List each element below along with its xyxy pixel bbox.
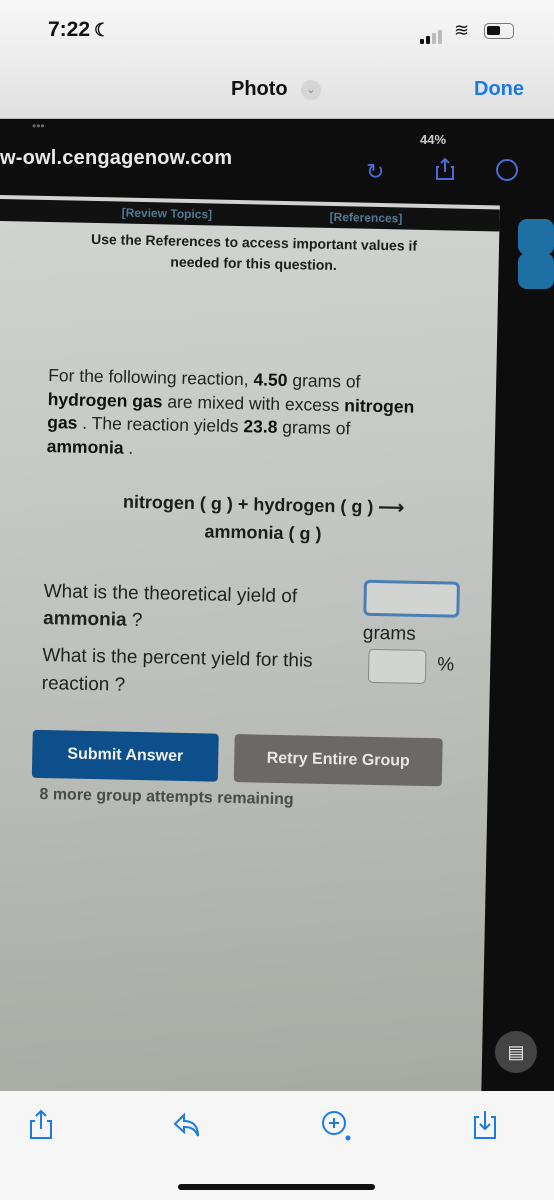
- theoretical-yield-input: [363, 579, 461, 618]
- photo-title[interactable]: Photo: [231, 78, 288, 101]
- chevron-down-icon[interactable]: ⌄: [301, 80, 321, 100]
- ipad-battery-status: 44%: [420, 132, 447, 147]
- done-button[interactable]: Done: [474, 78, 524, 101]
- question-text: For the following reaction, 4.50 grams o…: [46, 365, 415, 458]
- reload-icon: ↻: [366, 159, 385, 184]
- topic-bar: [Review Topics] [References]: [0, 198, 500, 232]
- signal-icon: [420, 26, 444, 44]
- bottom-toolbar: [0, 1091, 554, 1200]
- theoretical-yield-question: What is the theoretical yield of ammonia…: [42, 581, 298, 632]
- share-icon: [436, 157, 454, 180]
- submit-answer-button: Submit Answer: [31, 729, 219, 782]
- home-indicator: [178, 1184, 375, 1190]
- share-icon[interactable]: [26, 1109, 56, 1141]
- help-icon: [518, 253, 554, 289]
- references-link: [References]: [329, 209, 403, 226]
- percent-yield-question: What is the percent yield for this react…: [41, 644, 313, 696]
- grams-unit: grams: [362, 622, 416, 645]
- instruction-text: Use the References to access important v…: [90, 230, 418, 274]
- zoom-icon[interactable]: [321, 1109, 351, 1141]
- live-text-icon[interactable]: ▤: [495, 1031, 537, 1073]
- battery-icon: [484, 23, 514, 39]
- status-bar: 7:22 ☾ ≋: [0, 0, 554, 62]
- url-text: w-owl.cengagenow.com: [0, 147, 233, 169]
- headset-icon: [518, 219, 554, 255]
- wifi-icon: ≋: [454, 20, 470, 40]
- moon-icon: ☾: [94, 20, 111, 40]
- time-text: 7:22: [48, 18, 91, 41]
- more-dots-icon: •••: [32, 119, 45, 133]
- percent-unit: %: [437, 654, 455, 676]
- save-icon[interactable]: [470, 1109, 500, 1141]
- percent-yield-input: [367, 648, 427, 685]
- reaction-equation: nitrogen ( g ) + hydrogen ( g ) ⟶ ammonia…: [93, 487, 434, 550]
- attempts-remaining: 8 more group attempts remaining: [39, 785, 294, 809]
- clock: 7:22 ☾: [48, 18, 110, 42]
- retry-entire-group-button: Retry Entire Group: [233, 734, 443, 787]
- nav-bar: Photo ⌄ Done: [0, 62, 554, 119]
- webpage: [Review Topics] [References] Use the Ref…: [0, 195, 500, 1091]
- markup-icon[interactable]: [172, 1109, 202, 1141]
- photo-content: ••• w-owl.cengagenow.com 44% ↻ [Review T…: [0, 119, 554, 1091]
- compass-icon: [496, 159, 518, 181]
- review-topics-link: [Review Topics]: [121, 205, 213, 222]
